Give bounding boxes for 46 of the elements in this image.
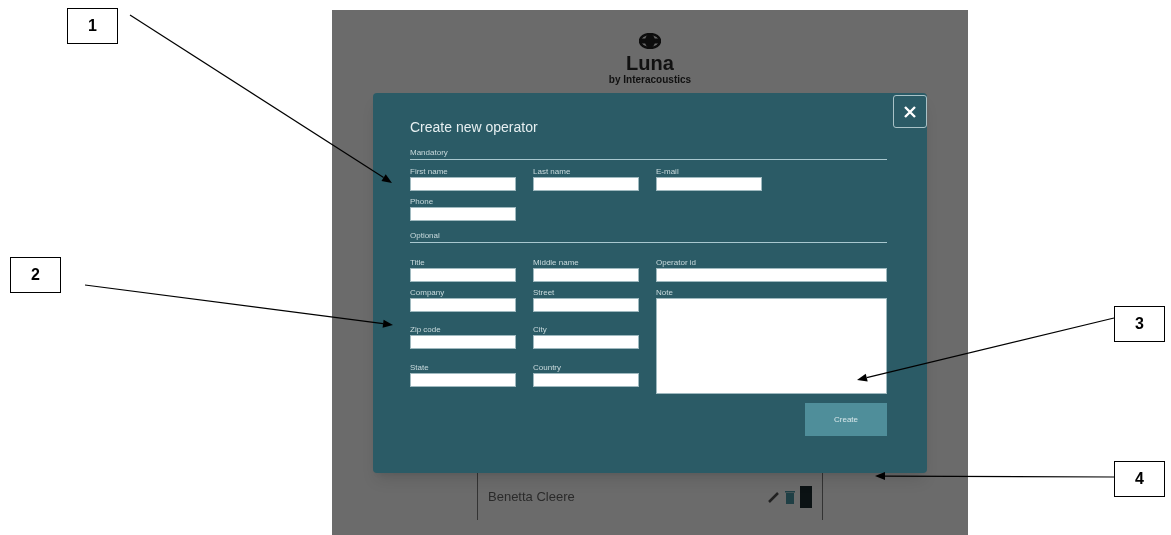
input-field[interactable] (410, 298, 516, 312)
field-label: Middle name (533, 257, 580, 268)
field-label: Country (533, 361, 562, 373)
input-field[interactable] (533, 298, 639, 312)
logo-tagline: by Interacoustics (608, 74, 692, 86)
operator-name: Benetta Cleere (488, 487, 576, 506)
input-field[interactable] (410, 335, 516, 350)
operator-row[interactable]: Benetta Cleere (477, 473, 823, 520)
section-label: Optional (410, 231, 441, 241)
field-label: Street (533, 287, 556, 298)
callout-label: 4 (1114, 461, 1165, 497)
input-field[interactable] (533, 177, 639, 191)
field-label: City (533, 324, 548, 336)
field-label: State (410, 361, 430, 373)
input-field[interactable] (533, 268, 639, 282)
field-label: Title (410, 257, 426, 268)
field-label: E-mail (656, 166, 680, 177)
field-label: Company (410, 287, 446, 298)
dialog-title: Create new operator (410, 118, 539, 136)
input-field[interactable] (410, 268, 516, 282)
input-field[interactable] (656, 268, 887, 282)
square-icon (800, 485, 812, 508)
section-label: Mandatory (410, 148, 449, 158)
input-field[interactable] (533, 372, 639, 387)
field-label: Note (656, 287, 674, 298)
field-label: Zip code (410, 324, 442, 336)
globe-logo-icon (639, 33, 661, 49)
trash-icon[interactable] (785, 489, 795, 504)
create-button[interactable]: Create (805, 403, 887, 436)
input-field[interactable] (533, 335, 639, 350)
close-button[interactable] (893, 95, 927, 128)
close-icon (903, 104, 917, 119)
note-field[interactable] (656, 298, 887, 394)
field-label: Phone (410, 196, 435, 207)
input-field[interactable] (410, 207, 516, 221)
field-label: First name (410, 166, 449, 177)
input-field[interactable] (410, 177, 516, 191)
logo-name: Luna (626, 52, 674, 74)
input-field[interactable] (410, 372, 516, 387)
callout-label: 3 (1114, 306, 1165, 342)
pencil-icon[interactable] (767, 489, 781, 504)
field-label: Last name (533, 166, 572, 177)
input-field[interactable] (656, 177, 762, 191)
callout-label: 2 (10, 257, 61, 293)
callout-label: 1 (67, 8, 118, 44)
field-label: Operator id (656, 257, 698, 268)
